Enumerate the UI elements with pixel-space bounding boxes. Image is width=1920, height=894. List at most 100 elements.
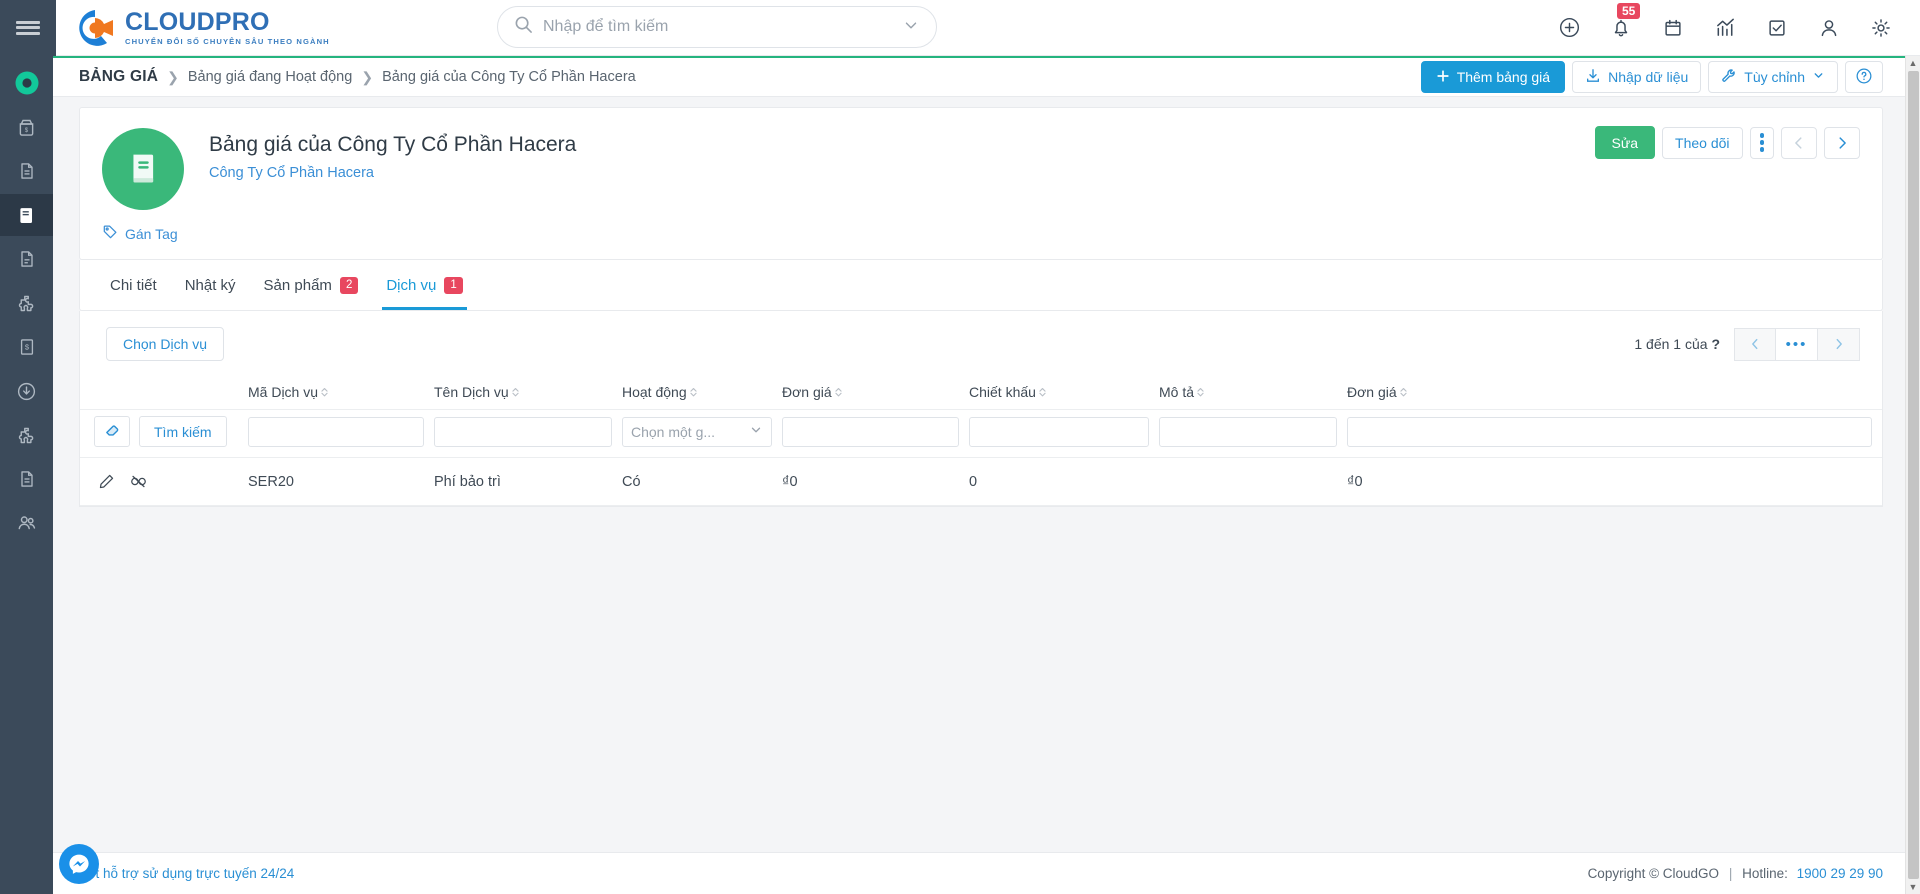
edit-row-icon[interactable] (98, 473, 115, 490)
clear-filters-button[interactable] (94, 416, 130, 447)
sidebar-item-invoice[interactable]: $ (0, 326, 53, 368)
sort-icon[interactable] (834, 386, 843, 398)
chevron-down-icon (749, 423, 763, 440)
add-pricebook-button[interactable]: Thêm bảng giá (1420, 61, 1566, 93)
sort-icon[interactable] (511, 386, 520, 398)
user-icon[interactable] (1816, 15, 1842, 41)
filter-ten-dich-vu-input[interactable] (434, 416, 612, 447)
filter-chiet-khau-input[interactable] (969, 416, 1149, 447)
scroll-down-arrow[interactable]: ▼ (1909, 882, 1918, 892)
filter-ma-dich-vu-input[interactable] (248, 416, 424, 447)
brand-logo[interactable]: CLOUDPRO CHUYỂN ĐỔI SỐ CHUYÊN SÂU THEO N… (74, 7, 330, 49)
header-don-gia-total[interactable]: Đơn giá (1347, 375, 1882, 410)
analytics-icon[interactable] (1712, 15, 1738, 41)
filter-hoat-dong-select[interactable]: Chọn một g... (622, 416, 772, 447)
tabs-card: Chi tiết Nhật ký Sản phẩm 2 Dịch vụ 1 (79, 260, 1883, 311)
page-scrollbar[interactable]: ▲ ▼ (1905, 56, 1920, 894)
help-button[interactable] (1845, 61, 1883, 93)
header-ten-dich-vu[interactable]: Tên Dịch vụ (434, 375, 622, 410)
footer-bar: Bot hỗ trợ sử dụng trực tuyến 24/24 Copy… (53, 852, 1905, 894)
filter-don-gia-total-input[interactable] (1347, 416, 1872, 447)
sidebar-item-customers[interactable] (0, 502, 53, 544)
scroll-up-arrow[interactable]: ▲ (1909, 58, 1918, 68)
filter-ma-dich-vu-cell (248, 409, 434, 458)
header-chiet-khau[interactable]: Chiết khấu (969, 375, 1159, 410)
previous-record-button[interactable] (1781, 126, 1817, 159)
breadcrumb-item-active-pricebooks[interactable]: Bảng giá đang Hoạt động (188, 69, 352, 85)
customize-button[interactable]: Tùy chỉnh (1708, 61, 1838, 93)
left-sidebar: $ $ (0, 56, 53, 894)
support-bot-link[interactable]: Bot hỗ trợ sử dụng trực tuyến 24/24 (79, 866, 294, 881)
sidebar-item-documents[interactable] (0, 150, 53, 192)
plus-icon (1436, 69, 1450, 86)
chevron-down-icon[interactable] (902, 16, 920, 39)
cell-ten-dich-vu: Phí bảo trì (434, 457, 622, 506)
sort-icon[interactable] (689, 386, 698, 398)
header-mo-ta[interactable]: Mô tả (1159, 375, 1347, 410)
unlink-row-icon[interactable] (129, 472, 148, 491)
calendar-icon[interactable] (1660, 15, 1686, 41)
header-ma-dich-vu[interactable]: Mã Dịch vụ (248, 375, 434, 410)
table-body: SER20 Phí bảo trì Có ₫0 0 ₫0 (80, 457, 1882, 506)
filter-select-value: Chọn một g... (631, 423, 716, 440)
sort-icon[interactable] (1399, 386, 1408, 398)
header-don-gia[interactable]: Đơn giá (782, 375, 969, 410)
sidebar-item-sales[interactable]: $ (0, 106, 53, 148)
global-search[interactable] (497, 6, 937, 48)
messenger-chat-button[interactable] (59, 844, 99, 884)
record-text-block: Bảng giá của Công Ty Cổ Phần Hacera Công… (209, 126, 576, 181)
gear-icon[interactable] (1868, 15, 1894, 41)
sort-icon[interactable] (1196, 386, 1205, 398)
search-icon (514, 15, 533, 39)
more-actions-button[interactable] (1749, 126, 1774, 159)
tab-label: Dịch vụ (386, 276, 437, 294)
sidebar-item-puzzle[interactable] (0, 282, 53, 324)
sidebar-item-reports[interactable] (0, 458, 53, 500)
column-label: Tên Dịch vụ (434, 384, 509, 400)
tab-chi-tiet[interactable]: Chi tiết (96, 260, 171, 310)
pagination: 1 đến 1 của ? ••• (1634, 327, 1860, 361)
column-label: Chiết khấu (969, 384, 1036, 400)
row-actions-cell (80, 457, 248, 506)
search-input[interactable] (543, 18, 902, 36)
pagination-prev-button[interactable] (1734, 327, 1776, 361)
tab-dich-vu[interactable]: Dịch vụ 1 (372, 260, 476, 310)
help-circle-icon (1855, 67, 1873, 88)
sidebar-item-home[interactable] (0, 62, 53, 104)
sidebar-item-download[interactable] (0, 370, 53, 412)
filter-mo-ta-input[interactable] (1159, 416, 1337, 447)
tab-label: Nhật ký (184, 276, 236, 294)
select-service-button[interactable]: Chọn Dịch vụ (106, 327, 225, 361)
hamburger-line (16, 26, 40, 29)
hotline-number[interactable]: 1900 29 29 90 (1797, 866, 1883, 881)
import-data-button[interactable]: Nhập dữ liệu (1572, 61, 1702, 93)
table-row[interactable]: SER20 Phí bảo trì Có ₫0 0 ₫0 (80, 457, 1882, 506)
search-box[interactable] (497, 6, 937, 48)
filter-don-gia-input[interactable] (782, 416, 959, 447)
sort-icon[interactable] (1038, 386, 1047, 398)
hamburger-menu-button[interactable] (0, 0, 56, 56)
sidebar-item-pricebook[interactable] (0, 194, 53, 236)
add-circle-icon[interactable] (1556, 15, 1582, 41)
pagination-more-button[interactable]: ••• (1776, 327, 1818, 361)
tab-san-pham[interactable]: Sản phẩm 2 (250, 260, 373, 310)
breadcrumb-actions: Thêm bảng giá Nhập dữ liệu Tùy chỉnh (1420, 61, 1883, 93)
record-subtitle-link[interactable]: Công Ty Cổ Phần Hacera (209, 165, 576, 181)
edit-record-button[interactable]: Sửa (1594, 126, 1656, 159)
tab-label: Chi tiết (110, 276, 157, 294)
sidebar-item-quotes[interactable] (0, 238, 53, 280)
table-search-button[interactable]: Tìm kiếm (139, 416, 227, 447)
pagination-next-button[interactable] (1818, 327, 1860, 361)
follow-record-button[interactable]: Theo dõi (1662, 126, 1743, 159)
scrollbar-thumb[interactable] (1907, 71, 1919, 879)
assign-tag-button[interactable]: Gán Tag (102, 224, 178, 243)
task-checkbox-icon[interactable] (1764, 15, 1790, 41)
next-record-button[interactable] (1824, 126, 1860, 159)
sidebar-item-integration[interactable] (0, 414, 53, 456)
filter-ten-dich-vu-cell (434, 409, 622, 458)
svg-text:$: $ (25, 126, 29, 133)
bell-icon[interactable]: 55 (1608, 2, 1641, 41)
sort-icon[interactable] (320, 386, 329, 398)
tab-nhat-ky[interactable]: Nhật ký (171, 260, 250, 310)
header-hoat-dong[interactable]: Hoạt động (622, 375, 782, 410)
